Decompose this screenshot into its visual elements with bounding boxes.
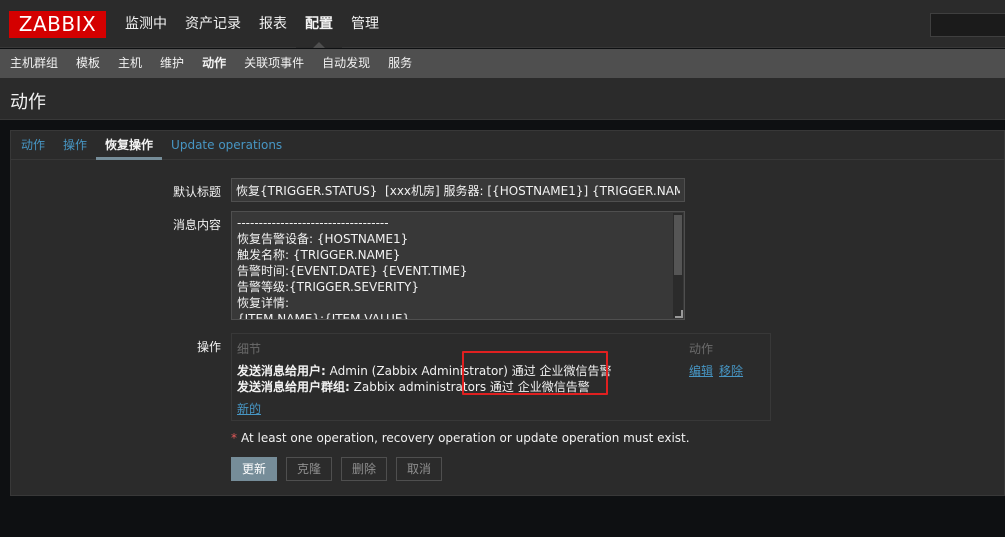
subnav-hosts[interactable]: 主机 bbox=[109, 49, 151, 78]
subject-label: 默认标题 bbox=[172, 185, 221, 199]
required-marker: * bbox=[231, 431, 237, 445]
operation-detail: Admin (Zabbix Administrator) 通过 企业微信告警 bbox=[325, 364, 612, 378]
subnav-event-correlation[interactable]: 关联项事件 bbox=[235, 49, 313, 78]
new-operation-link[interactable]: 新的 bbox=[237, 400, 261, 417]
subnav-templates[interactable]: 模板 bbox=[67, 49, 109, 78]
subnav-services[interactable]: 服务 bbox=[379, 49, 421, 78]
message-line: 触发名称: {TRIGGER.NAME} bbox=[237, 248, 401, 262]
operation-row: 发送消息给用户群组: Zabbix administrators 通过 企业微信… bbox=[237, 378, 590, 395]
clone-button[interactable]: 克隆 bbox=[286, 457, 333, 481]
form-tabs: 动作 操作 恢复操作 Update operations bbox=[11, 131, 1004, 160]
page-header: 动作 bbox=[0, 78, 1005, 120]
textarea-scrollbar[interactable] bbox=[673, 213, 683, 318]
subnav-maintenance[interactable]: 维护 bbox=[151, 49, 193, 78]
main-menu: 监测中 资产记录 报表 配置 管理 bbox=[116, 0, 388, 48]
operation-detail: Zabbix administrators 通过 企业微信告警 bbox=[349, 380, 590, 394]
message-line: ----------------------------------- bbox=[237, 216, 389, 230]
column-header-details: 细节 bbox=[237, 342, 262, 356]
delete-button[interactable]: 删除 bbox=[341, 457, 388, 481]
message-line: 恢复告警设备: {HOSTNAME1} bbox=[237, 232, 409, 246]
edit-operation-link[interactable]: 编辑 bbox=[689, 362, 713, 379]
menu-inventory[interactable]: 资产记录 bbox=[176, 0, 250, 48]
tab-action[interactable]: 动作 bbox=[12, 131, 54, 159]
operation-type: 发送消息给用户: bbox=[237, 364, 326, 378]
menu-monitoring[interactable]: 监测中 bbox=[116, 0, 176, 48]
cancel-button[interactable]: 取消 bbox=[396, 457, 443, 481]
sub-navigation-bar: 主机群组 模板 主机 维护 动作 关联项事件 自动发现 服务 bbox=[0, 49, 1005, 78]
default-subject-input[interactable] bbox=[231, 178, 685, 202]
tab-update-operations[interactable]: Update operations bbox=[162, 131, 291, 159]
page-title: 动作 bbox=[10, 92, 46, 113]
form-buttons: 更新 克隆 删除 取消 bbox=[231, 457, 443, 481]
resize-handle-icon[interactable] bbox=[675, 310, 683, 318]
global-search-input[interactable] bbox=[930, 13, 1005, 37]
remove-operation-link[interactable]: 移除 bbox=[719, 362, 743, 379]
menu-configuration[interactable]: 配置 bbox=[296, 0, 342, 48]
subnav-host-groups[interactable]: 主机群组 bbox=[1, 49, 67, 78]
subnav-actions[interactable]: 动作 bbox=[193, 49, 235, 78]
recovery-operations-list: 细节 动作 发送消息给用户: Admin (Zabbix Administrat… bbox=[231, 333, 771, 421]
tab-recovery-operations[interactable]: 恢复操作 bbox=[96, 131, 163, 160]
scrollbar-thumb[interactable] bbox=[674, 215, 682, 275]
top-navigation-bar: ZABBIX 监测中 资产记录 报表 配置 管理 bbox=[0, 0, 1005, 48]
message-line: 告警等级:{TRIGGER.SEVERITY} bbox=[237, 280, 419, 294]
operations-label: 操作 bbox=[196, 340, 221, 354]
operation-type: 发送消息给用户群组: bbox=[237, 380, 350, 394]
update-button[interactable]: 更新 bbox=[231, 457, 278, 481]
operation-row: 发送消息给用户: Admin (Zabbix Administrator) 通过… bbox=[237, 362, 612, 379]
column-header-action: 动作 bbox=[689, 342, 714, 356]
operation-actions: 编辑 移除 bbox=[689, 362, 743, 379]
subnav-discovery[interactable]: 自动发现 bbox=[313, 49, 379, 78]
tab-operations[interactable]: 操作 bbox=[54, 131, 96, 159]
menu-administration[interactable]: 管理 bbox=[342, 0, 388, 48]
menu-reports[interactable]: 报表 bbox=[250, 0, 296, 48]
default-message-textarea[interactable]: ----------------------------------- 恢复告警… bbox=[231, 211, 685, 320]
message-line: {ITEM.NAME}:{ITEM.VALUE} bbox=[237, 312, 411, 320]
message-line: 告警时间:{EVENT.DATE} {EVENT.TIME} bbox=[237, 264, 468, 278]
zabbix-logo[interactable]: ZABBIX bbox=[9, 11, 106, 38]
message-label: 消息内容 bbox=[172, 218, 221, 232]
action-form-panel: 动作 操作 恢复操作 Update operations 默认标题 消息内容 -… bbox=[10, 130, 1005, 496]
validation-note: * At least one operation, recovery operat… bbox=[231, 431, 690, 445]
note-text: At least one operation, recovery operati… bbox=[241, 431, 690, 445]
message-line: 恢复详情: bbox=[237, 296, 290, 310]
